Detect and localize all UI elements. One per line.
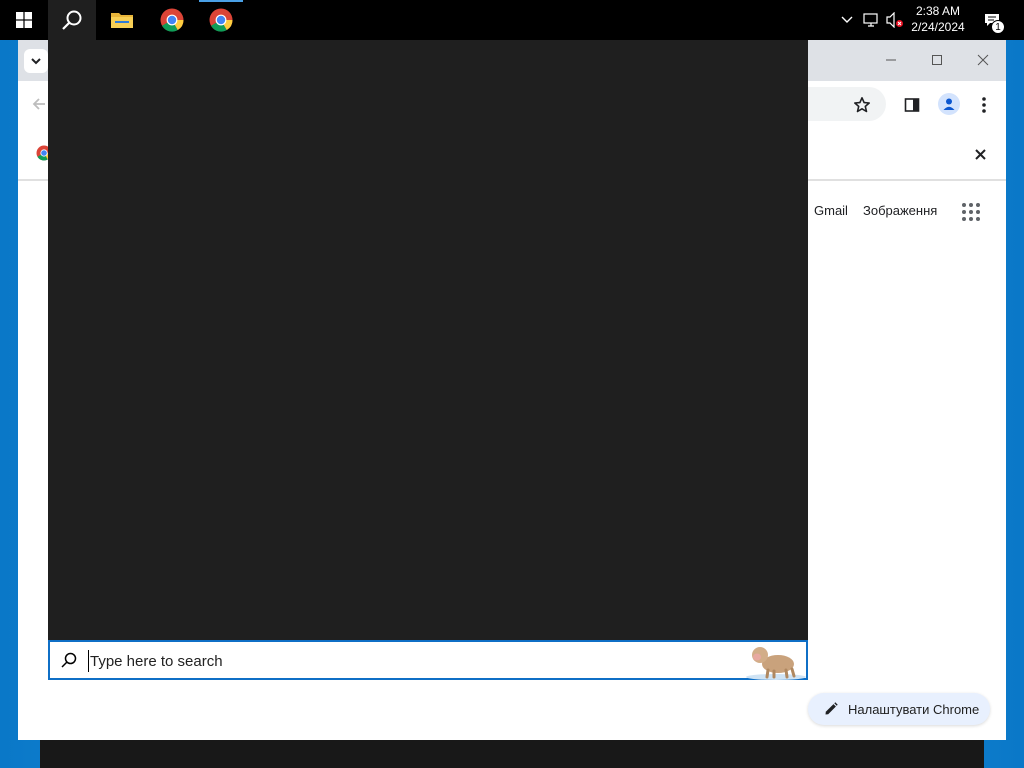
close-button[interactable] — [960, 45, 1006, 75]
infobar-close-button[interactable] — [970, 144, 990, 164]
bookmark-star-button[interactable] — [850, 93, 874, 117]
taskbar-clock[interactable]: 2:38 AM 2/24/2024 — [902, 3, 974, 35]
taskbar-search-button[interactable] — [48, 0, 96, 40]
side-panel-button[interactable] — [900, 93, 924, 117]
side-panel-icon — [904, 98, 920, 112]
close-icon — [977, 54, 989, 66]
start-button[interactable] — [0, 0, 48, 40]
monkey-illustration — [746, 647, 806, 680]
pencil-icon — [825, 702, 838, 715]
star-icon — [854, 97, 870, 113]
minimize-button[interactable] — [868, 45, 914, 75]
back-button[interactable] — [32, 97, 46, 116]
desktop-window-behind — [40, 740, 984, 768]
close-icon — [974, 148, 986, 160]
search-icon — [62, 10, 82, 30]
chevron-down-icon — [31, 58, 41, 65]
taskbar-file-explorer[interactable] — [98, 0, 146, 40]
network-tray-button[interactable] — [861, 10, 881, 30]
chrome-menu-button[interactable] — [972, 93, 996, 117]
images-link[interactable]: Зображення — [863, 203, 937, 218]
person-icon — [943, 98, 955, 110]
windows-logo-icon — [16, 12, 32, 28]
taskbar-chrome-1[interactable] — [148, 0, 196, 40]
taskbar-chrome-2[interactable] — [197, 0, 245, 40]
network-icon — [863, 13, 878, 27]
minimize-icon — [886, 59, 896, 61]
search-icon — [61, 652, 77, 668]
arrow-left-icon — [32, 98, 45, 110]
more-vertical-icon — [982, 97, 986, 113]
chrome-logo-icon — [160, 8, 184, 32]
maximize-button[interactable] — [914, 45, 960, 75]
chrome-logo-icon — [209, 8, 233, 32]
taskbar: 2:38 AM 2/24/2024 1 — [0, 0, 1024, 40]
show-hidden-icons-button[interactable] — [837, 10, 857, 30]
customize-chrome-button[interactable]: Налаштувати Chrome — [808, 693, 990, 725]
gmail-link[interactable]: Gmail — [814, 203, 848, 218]
search-input[interactable] — [88, 650, 728, 672]
search-results-panel — [48, 40, 808, 640]
search-box[interactable] — [48, 640, 808, 680]
google-apps-icon[interactable] — [962, 203, 980, 221]
clock-time: 2:38 AM — [915, 4, 961, 18]
tab-search-button[interactable] — [24, 49, 48, 73]
clock-date: 2/24/2024 — [911, 20, 965, 34]
folder-icon — [111, 13, 133, 28]
chevron-up-icon — [841, 16, 853, 23]
customize-chrome-label: Налаштувати Chrome — [848, 701, 980, 717]
maximize-icon — [932, 55, 942, 65]
notification-count-badge: 1 — [991, 20, 1005, 34]
profile-avatar[interactable] — [938, 93, 960, 115]
